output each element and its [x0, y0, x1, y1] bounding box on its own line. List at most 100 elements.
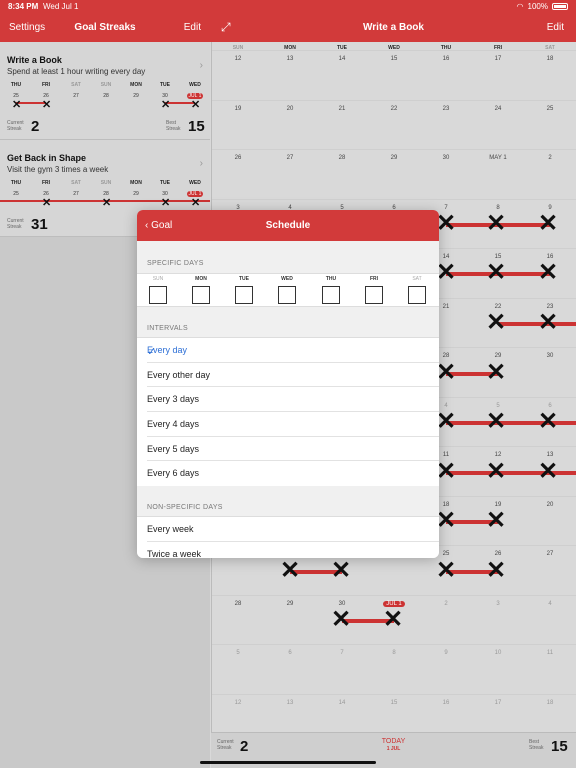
checkbox-thu[interactable] — [322, 286, 340, 304]
status-bar: 8:34 PM Wed Jul 1 ◠ 100% — [0, 0, 576, 13]
calendar-day[interactable]: MAY 1 — [472, 155, 524, 161]
battery-icon — [552, 3, 568, 10]
calendar-day[interactable]: 18 — [524, 700, 576, 706]
calendar-day[interactable]: 13 — [264, 700, 316, 706]
calendar-day[interactable]: 12 — [212, 700, 264, 706]
completed-x-icon: ✕ — [436, 507, 457, 534]
calendar-day[interactable]: 14 — [316, 700, 368, 706]
date-label: 27 — [73, 93, 79, 99]
interval-every-3-days[interactable]: Every 3 days — [147, 387, 439, 413]
day-label: SAT — [71, 180, 81, 186]
streak-line — [498, 322, 576, 326]
goal-week-strip: THU 25 FRI 26 SAT 27 SUN 28 MON 29 TUE 30 WED J… — [0, 180, 210, 210]
chevron-right-icon: › — [199, 60, 203, 71]
day-label: SUN — [100, 180, 112, 186]
option-every-week[interactable]: Every week — [147, 517, 439, 542]
today-date: 1 JUL — [386, 746, 401, 752]
calendar-day[interactable]: 4 — [524, 601, 576, 607]
non-specific-days-header: NON-SPECIFIC DAYS — [147, 504, 223, 511]
completed-x-icon: ✕ — [331, 557, 352, 584]
calendar-day[interactable]: 22 — [368, 106, 420, 112]
interval-every-5-days[interactable]: Every 5 days — [147, 437, 439, 462]
day-label: WED — [189, 82, 201, 88]
left-edit-button[interactable]: Edit — [184, 22, 201, 33]
checkbox-sat[interactable] — [408, 286, 426, 304]
calendar-day[interactable]: 6 — [264, 650, 316, 656]
calendar-day[interactable]: 27 — [524, 551, 576, 557]
calendar-day[interactable]: 10 — [472, 650, 524, 656]
day-label: SUN — [152, 276, 164, 282]
calendar-day[interactable]: 29 — [264, 601, 316, 607]
calendar-day[interactable]: 5 — [212, 650, 264, 656]
checkbox-sun[interactable] — [149, 286, 167, 304]
completed-x-icon: ✕ — [538, 210, 559, 237]
calendar-day[interactable]: 28 — [316, 155, 368, 161]
right-nav-bar: ⤢ Write a Book Edit — [211, 13, 576, 42]
calendar-day[interactable]: 30 — [420, 155, 472, 161]
checkbox-mon[interactable] — [192, 286, 210, 304]
goal-card-write-a-book[interactable]: Write a Book Spend at least 1 hour writi… — [0, 42, 210, 139]
interval-every-other-day[interactable]: Every other day — [147, 363, 439, 388]
day-label: MON — [130, 82, 142, 88]
calendar-day[interactable]: 27 — [264, 155, 316, 161]
completed-x-icon: ✕ — [12, 99, 22, 111]
day-label: WED — [281, 276, 293, 282]
completed-x-icon: ✕ — [191, 197, 201, 209]
calendar-day[interactable]: 3 — [472, 601, 524, 607]
interval-every-6-days[interactable]: Every 6 days — [147, 461, 439, 486]
calendar-day[interactable]: 28 — [212, 601, 264, 607]
right-nav-title: Write a Book — [363, 22, 424, 33]
interval-every-4-days[interactable]: Every 4 days — [147, 412, 439, 437]
calendar-day[interactable]: 7 — [316, 650, 368, 656]
calendar-day[interactable]: 24 — [472, 106, 524, 112]
schedule-modal: ‹ Goal Schedule SPECIFIC DAYS SUN MON TU… — [137, 210, 439, 558]
checkbox-tue[interactable] — [235, 286, 253, 304]
calendar-day[interactable]: 19 — [212, 106, 264, 112]
checkbox-fri[interactable] — [365, 286, 383, 304]
calendar-day[interactable]: 13 — [264, 56, 316, 62]
calendar-day[interactable]: 25 — [524, 106, 576, 112]
calendar-day[interactable]: 15 — [368, 700, 420, 706]
calendar-day[interactable]: 16 — [420, 700, 472, 706]
calendar-day[interactable]: 29 — [368, 155, 420, 161]
day-label: FRI — [41, 82, 51, 88]
day-label: SAT — [71, 82, 81, 88]
calendar-day[interactable]: 23 — [420, 106, 472, 112]
calendar-day[interactable]: 15 — [368, 56, 420, 62]
completed-x-icon: ✕ — [538, 408, 559, 435]
calendar-day[interactable]: 21 — [316, 106, 368, 112]
calendar-day[interactable]: 16 — [420, 56, 472, 62]
option-twice-a-week[interactable]: Twice a week — [147, 542, 439, 558]
calendar-day[interactable]: 2 — [524, 155, 576, 161]
completed-x-icon: ✕ — [486, 507, 507, 534]
calendar-day[interactable]: 26 — [212, 155, 264, 161]
completed-x-icon: ✕ — [436, 359, 457, 386]
calendar-day[interactable]: 20 — [524, 502, 576, 508]
goal-week-strip: THU 25 FRI 26 SAT 27 SUN 28 MON 29 TUE 30 WED J… — [0, 82, 210, 112]
calendar-day[interactable]: 2 — [420, 601, 472, 607]
calendar-day[interactable]: 14 — [316, 56, 368, 62]
calendar-day[interactable]: 9 — [420, 650, 472, 656]
completed-x-icon: ✕ — [161, 99, 171, 111]
calendar-day[interactable]: 17 — [472, 700, 524, 706]
day-label: FRI — [369, 276, 379, 282]
interval-every-day[interactable]: Every day ✓ — [147, 338, 439, 363]
completed-x-icon: ✕ — [486, 309, 507, 336]
calendar-day[interactable]: 8 — [368, 650, 420, 656]
day-label: SAT — [412, 276, 422, 282]
goal-title: Get Back in Shape — [7, 153, 87, 163]
checkbox-wed[interactable] — [278, 286, 296, 304]
calendar-day[interactable]: 12 — [212, 56, 264, 62]
calendar-day[interactable]: 18 — [524, 56, 576, 62]
calendar-day[interactable]: 20 — [264, 106, 316, 112]
calendar-day[interactable]: 11 — [524, 650, 576, 656]
right-edit-button[interactable]: Edit — [547, 22, 564, 33]
completed-x-icon: ✕ — [538, 458, 559, 485]
completed-x-icon: ✕ — [436, 259, 457, 286]
today-button[interactable]: TODAY — [211, 738, 576, 745]
home-indicator[interactable] — [200, 761, 376, 764]
calendar-day[interactable]: 30 — [524, 353, 576, 359]
calendar-day[interactable]: 17 — [472, 56, 524, 62]
current-streak-label: Current Streak — [7, 120, 24, 132]
completed-x-icon: ✕ — [486, 458, 507, 485]
